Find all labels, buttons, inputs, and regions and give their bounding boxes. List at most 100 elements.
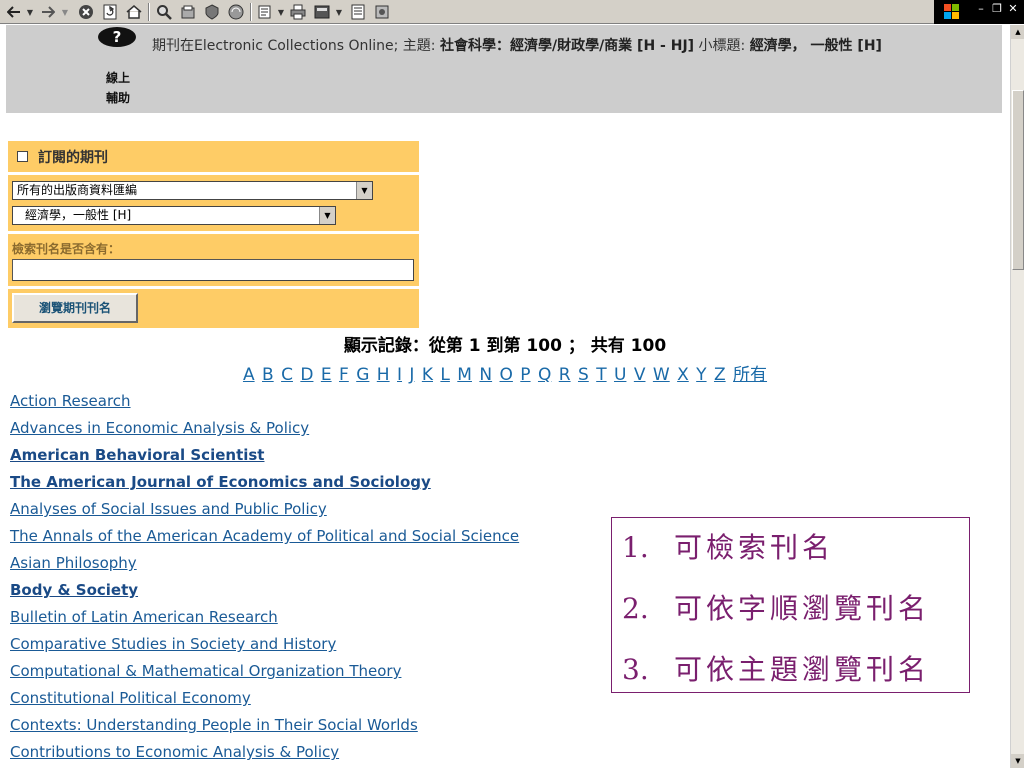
alpha-link[interactable]: I: [397, 365, 402, 385]
journal-link[interactable]: Comparative Studies in Society and Histo…: [10, 635, 336, 653]
chevron-down-icon[interactable]: ▼: [356, 182, 372, 199]
keyword-label: 檢索刊名是否含有：: [12, 242, 121, 256]
annotation-number: 3.: [622, 653, 649, 686]
annotation-number: 2.: [622, 592, 649, 625]
alpha-link[interactable]: O: [500, 365, 513, 385]
media-icon[interactable]: [226, 2, 246, 22]
close-icon[interactable]: ✕: [1006, 2, 1020, 16]
messenger-icon[interactable]: [372, 2, 392, 22]
records-summary: 顯示記錄：從第 1 到第 100 ； 共有 100: [343, 336, 667, 356]
edit-icon[interactable]: [312, 2, 332, 22]
alpha-link[interactable]: B: [262, 365, 274, 385]
alpha-link[interactable]: Y: [696, 365, 706, 385]
mail-dropdown-icon[interactable]: ▼: [276, 2, 286, 22]
alpha-link[interactable]: C: [281, 365, 293, 385]
journal-link[interactable]: The Annals of the American Academy of Po…: [10, 527, 519, 545]
discuss-icon[interactable]: [348, 2, 368, 22]
alpha-link[interactable]: R: [559, 365, 571, 385]
alpha-link[interactable]: S: [578, 365, 589, 385]
window-controls: – ❐ ✕: [934, 0, 1024, 24]
breadcrumb: 期刊在Electronic Collections Online; 主題: 社會…: [152, 35, 882, 55]
journal-link[interactable]: Bulletin of Latin American Research: [10, 608, 278, 626]
help-label-line2[interactable]: 輔助: [103, 89, 133, 106]
alpha-link[interactable]: W: [653, 365, 670, 385]
browse-titles-button[interactable]: 瀏覽期刊刊名: [12, 293, 138, 323]
breadcrumb-subject: 社會科學：經濟學/財政學/商業 [H - HJ]: [439, 38, 695, 54]
restore-icon[interactable]: ❐: [990, 2, 1004, 16]
alpha-link[interactable]: Z: [714, 365, 726, 385]
annotation-text: 可依主題瀏覽刊名: [674, 653, 931, 686]
alpha-link[interactable]: V: [634, 365, 646, 385]
alpha-link[interactable]: T: [596, 365, 606, 385]
alpha-link[interactable]: P: [520, 365, 530, 385]
alpha-link[interactable]: X: [677, 365, 689, 385]
scrollbar-thumb[interactable]: [1012, 90, 1024, 270]
alpha-link[interactable]: Q: [538, 365, 551, 385]
journal-link[interactable]: American Behavioral Scientist: [10, 446, 264, 464]
stop-icon[interactable]: [76, 2, 96, 22]
alpha-link[interactable]: 所有: [733, 365, 767, 385]
breadcrumb-subtitle: 經濟學， 一般性 [H]: [749, 38, 882, 54]
form-divider: [8, 231, 419, 234]
edit-dropdown-icon[interactable]: ▼: [334, 2, 344, 22]
alpha-link[interactable]: G: [356, 365, 369, 385]
alpha-link[interactable]: M: [457, 365, 472, 385]
help-icon[interactable]: ?: [98, 27, 136, 47]
alpha-link[interactable]: D: [300, 365, 313, 385]
back-icon[interactable]: [4, 2, 24, 22]
windows-logo-icon: [944, 4, 960, 20]
breadcrumb-prefix: 期刊在Electronic Collections Online; 主題:: [152, 38, 440, 54]
journal-link[interactable]: Contributions to Economic Analysis & Pol…: [10, 743, 339, 761]
mail-icon[interactable]: [256, 2, 276, 22]
print-icon[interactable]: [288, 2, 308, 22]
history-icon[interactable]: [202, 2, 222, 22]
journal-link[interactable]: The American Journal of Economics and So…: [10, 473, 431, 491]
annotation-text: 可檢索刊名: [674, 531, 835, 564]
journal-link[interactable]: Contexts: Understanding People in Their …: [10, 716, 418, 734]
help-label-line1[interactable]: 線上: [103, 69, 133, 86]
publisher-select[interactable]: 所有的出版商資料匯編 ▼: [12, 181, 373, 200]
chevron-down-icon[interactable]: ▼: [319, 207, 335, 224]
annotation-number: 1.: [622, 531, 649, 564]
back-dropdown-icon[interactable]: ▼: [25, 2, 35, 22]
form-divider: [8, 286, 419, 289]
keyword-input[interactable]: [12, 259, 414, 281]
subject-select[interactable]: 經濟學，一般性 [H] ▼: [12, 206, 336, 225]
subscribed-checkbox[interactable]: [17, 151, 28, 162]
scroll-down-icon[interactable]: ▼: [1011, 754, 1024, 768]
search-icon[interactable]: [154, 2, 174, 22]
alpha-link[interactable]: E: [321, 365, 332, 385]
journal-link[interactable]: Analyses of Social Issues and Public Pol…: [10, 500, 327, 518]
alpha-link[interactable]: H: [377, 365, 390, 385]
vertical-scrollbar[interactable]: ▲ ▼: [1010, 25, 1024, 768]
forward-dropdown-icon[interactable]: ▼: [60, 2, 70, 22]
alpha-link[interactable]: J: [409, 365, 414, 385]
alpha-link[interactable]: U: [614, 365, 626, 385]
annotation-note: 2. 可依字順瀏覽刊名: [622, 587, 930, 627]
form-divider: [8, 172, 419, 175]
journal-link[interactable]: Constitutional Political Economy: [10, 689, 251, 707]
refresh-icon[interactable]: [100, 2, 120, 22]
alpha-link[interactable]: A: [243, 365, 255, 385]
annotation-note: 1. 可檢索刊名: [622, 526, 834, 566]
journal-link[interactable]: Advances in Economic Analysis & Policy: [10, 419, 309, 437]
journal-link[interactable]: Action Research: [10, 392, 131, 410]
journal-link[interactable]: Computational & Mathematical Organizatio…: [10, 662, 401, 680]
minimize-icon[interactable]: –: [974, 2, 988, 16]
annotation-box: 1. 可檢索刊名 2. 可依字順瀏覽刊名 3. 可依主題瀏覽刊名: [611, 517, 970, 693]
forward-icon[interactable]: [38, 2, 58, 22]
subject-select-value: 經濟學，一般性 [H]: [25, 208, 132, 222]
alpha-link[interactable]: K: [422, 365, 433, 385]
breadcrumb-mid: 小標題:: [694, 38, 750, 54]
alpha-link[interactable]: L: [440, 365, 449, 385]
favorites-icon[interactable]: [178, 2, 198, 22]
scroll-up-icon[interactable]: ▲: [1011, 25, 1024, 39]
annotation-note: 3. 可依主題瀏覽刊名: [622, 648, 930, 688]
home-icon[interactable]: [124, 2, 144, 22]
alpha-link[interactable]: N: [479, 365, 492, 385]
journal-link[interactable]: Asian Philosophy: [10, 554, 137, 572]
journal-link[interactable]: Body & Society: [10, 581, 138, 599]
annotation-text: 可依字順瀏覽刊名: [674, 592, 931, 625]
alpha-link[interactable]: F: [339, 365, 349, 385]
browser-toolbar: ▼ ▼ ▼ ▼ – ❐ ✕: [0, 0, 1024, 24]
